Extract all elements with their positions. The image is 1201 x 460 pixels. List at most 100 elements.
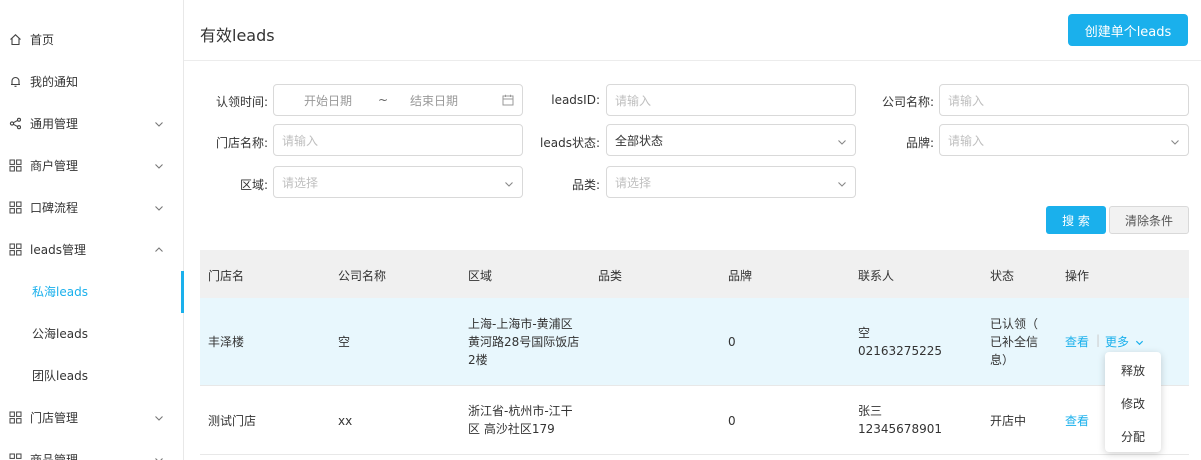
grid-icon [8,452,22,460]
chevron-down-icon [154,412,164,422]
chevron-down-icon [154,454,164,460]
clear-filters-button[interactable]: 清除条件 [1109,206,1189,234]
sidebar-item-stores[interactable]: 门店管理 [0,396,184,438]
sidebar: 首页 我的通知 通用管理 商户管理 口碑流程 leads管理 私海leads 公… [0,0,184,460]
table-row: 丰泽楼 空 上海-上海市-黄浦区 黄河路28号国际饭店 2楼 0 空 02163… [200,298,1189,386]
sidebar-item-label: leads管理 [30,242,86,257]
sidebar-item-general[interactable]: 通用管理 [0,102,184,144]
search-button[interactable]: 搜 索 [1046,206,1106,234]
sidebar-item-private-leads[interactable]: 私海leads [0,270,184,312]
column-header: 公司名称 [338,269,387,283]
view-link[interactable]: 查看 [1065,412,1089,430]
sidebar-item-label: 首页 [30,32,55,47]
end-date-input[interactable]: 结束日期 [410,92,458,109]
sidebar-item-koubei-flow[interactable]: 口碑流程 [0,186,184,228]
start-date-input[interactable]: 开始日期 [304,92,352,109]
leads-id-label: leadsID: [551,93,600,107]
cell-contact-name: 空 [858,326,871,340]
chevron-down-icon [504,178,514,188]
sidebar-item-label: 通用管理 [30,116,79,131]
claim-time-label: 认领时间: [215,95,268,109]
brand-select[interactable]: 请输入 [939,124,1189,156]
share-icon [8,116,22,130]
cell-contact-phone: 02163275225 [858,344,942,358]
date-range-picker[interactable]: 开始日期 ~ 结束日期 [273,84,523,116]
sidebar-item-label: 商品管理 [30,452,79,460]
brand-placeholder: 请输入 [948,133,985,148]
category-placeholder: 请选择 [615,175,652,190]
grid-icon [8,242,22,256]
cell-status-line: 已补全信 [990,335,1039,349]
sidebar-item-label: 门店管理 [30,410,79,425]
sidebar-item-leads[interactable]: leads管理 [0,228,184,270]
sidebar-item-label: 口碑流程 [30,200,79,215]
bell-icon [8,74,22,88]
menu-item-release[interactable]: 释放 [1105,362,1161,379]
table-header: 门店名 公司名称 区域 品类 品牌 联系人 状态 操作 [200,250,1189,298]
table-row: 测试门店 xx 浙江省-杭州市-江干 区 高沙社区179 0 张三 123456… [200,387,1189,455]
column-header: 状态 [990,269,1015,283]
grid-icon [8,158,22,172]
calendar-icon [502,94,514,106]
region-placeholder: 请选择 [282,175,319,190]
sidebar-item-label: 私海leads [32,284,88,299]
sidebar-item-label: 公海leads [32,326,88,341]
sidebar-item-team-leads[interactable]: 团队leads [0,354,184,396]
action-divider: | [1096,333,1101,347]
status-select[interactable]: 全部状态 [606,124,856,156]
store-label: 门店名称: [215,136,268,150]
page-header: 有效leads 创建单个leads [184,0,1201,61]
sidebar-item-label: 团队leads [32,368,88,383]
cell-status: 开店中 [990,414,1027,428]
store-input[interactable]: 请输入 [273,124,523,156]
status-selected-value: 全部状态 [615,133,664,148]
column-header: 联系人 [858,269,895,283]
brand-label: 品牌: [905,136,934,150]
cell-region-line: 浙江省-杭州市-江干 [468,404,573,418]
company-input[interactable]: 请输入 [939,84,1189,116]
region-label: 区域: [239,178,268,192]
page-title: 有效leads [200,26,275,45]
home-icon [8,32,22,46]
column-header: 门店名 [208,269,245,283]
leads-id-placeholder: 请输入 [615,93,652,108]
cell-region-line: 区 高沙社区179 [468,422,555,436]
grid-icon [8,410,22,424]
chevron-down-icon [154,118,164,128]
column-header: 区域 [468,269,493,283]
leads-id-input[interactable]: 请输入 [606,84,856,116]
sidebar-item-home[interactable]: 首页 [0,18,184,60]
cell-status-line: 已认领（ [990,317,1039,331]
sidebar-item-public-leads[interactable]: 公海leads [0,312,184,354]
status-label: leads状态: [540,136,600,150]
cell-company: xx [338,414,353,428]
cell-contact-phone: 12345678901 [858,422,942,436]
column-header: 操作 [1065,269,1090,283]
region-select[interactable]: 请选择 [273,166,523,198]
category-select[interactable]: 请选择 [606,166,856,198]
view-link[interactable]: 查看 [1065,333,1089,351]
cell-region-line: 黄河路28号国际饭店 [468,335,580,349]
active-indicator [181,271,184,313]
menu-item-assign[interactable]: 分配 [1105,428,1161,445]
more-dropdown-trigger[interactable]: 更多 [1105,333,1144,351]
company-label: 公司名称: [881,95,934,109]
cell-contact-name: 张三 [858,404,883,418]
sidebar-item-label: 商户管理 [30,158,79,173]
chevron-down-icon [154,160,164,170]
chevron-down-icon [1135,340,1144,346]
cell-brand: 0 [728,414,736,428]
sidebar-item-notifications[interactable]: 我的通知 [0,60,184,102]
chevron-up-icon [154,244,164,254]
cell-region-line: 2楼 [468,353,488,367]
cell-region-line: 上海-上海市-黄浦区 [468,317,573,331]
company-placeholder: 请输入 [948,93,985,108]
sidebar-item-products[interactable]: 商品管理 [0,438,184,460]
create-lead-button[interactable]: 创建单个leads [1068,14,1188,46]
chevron-down-icon [837,178,847,188]
cell-company: 空 [338,335,351,349]
cell-brand: 0 [728,335,736,349]
menu-item-edit[interactable]: 修改 [1105,395,1161,412]
more-actions-menu: 释放 修改 分配 [1105,352,1161,452]
sidebar-item-merchants[interactable]: 商户管理 [0,144,184,186]
